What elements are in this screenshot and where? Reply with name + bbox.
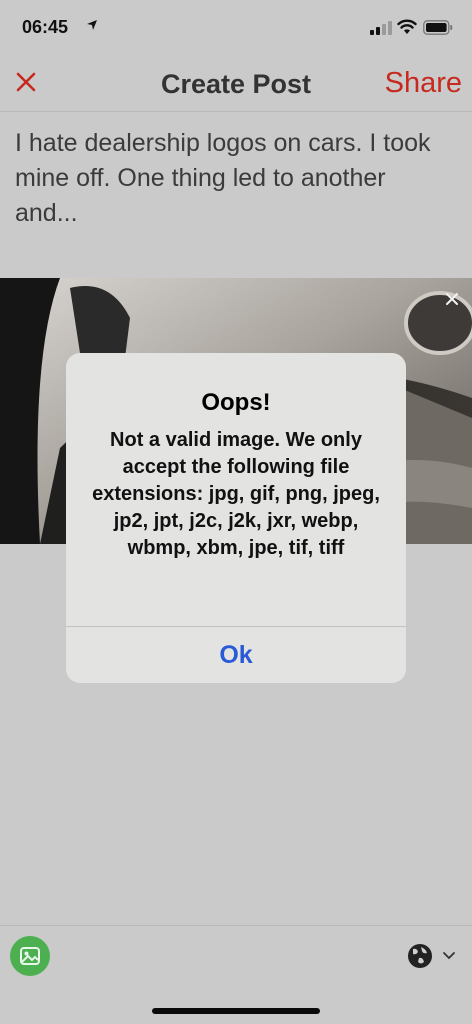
wifi-icon	[397, 19, 417, 34]
status-time: 06:45	[22, 17, 69, 37]
home-indicator	[152, 1008, 320, 1014]
battery-icon	[423, 20, 453, 35]
chevron-down-icon[interactable]	[441, 948, 457, 964]
image-icon	[20, 947, 40, 965]
remove-photo-icon[interactable]	[441, 288, 463, 310]
bottom-toolbar	[0, 925, 472, 986]
alert-message: Not a valid image. We only accept the fo…	[92, 429, 380, 559]
status-bar: 06:45	[0, 0, 472, 58]
ok-button[interactable]: Ok	[66, 627, 406, 683]
alert-title: Oops!	[201, 389, 271, 416]
add-image-button[interactable]	[10, 936, 50, 976]
signal-icon	[370, 21, 392, 35]
nav-bar: Create Post Share	[0, 58, 472, 112]
post-text-input[interactable]: I hate dealership logos on cars. I took …	[15, 126, 455, 231]
share-button[interactable]: Share	[385, 67, 462, 100]
globe-icon[interactable]	[407, 943, 433, 969]
error-alert-dialog: Oops! Not a valid image. We only accept …	[66, 353, 406, 683]
location-arrow-icon	[87, 20, 97, 30]
